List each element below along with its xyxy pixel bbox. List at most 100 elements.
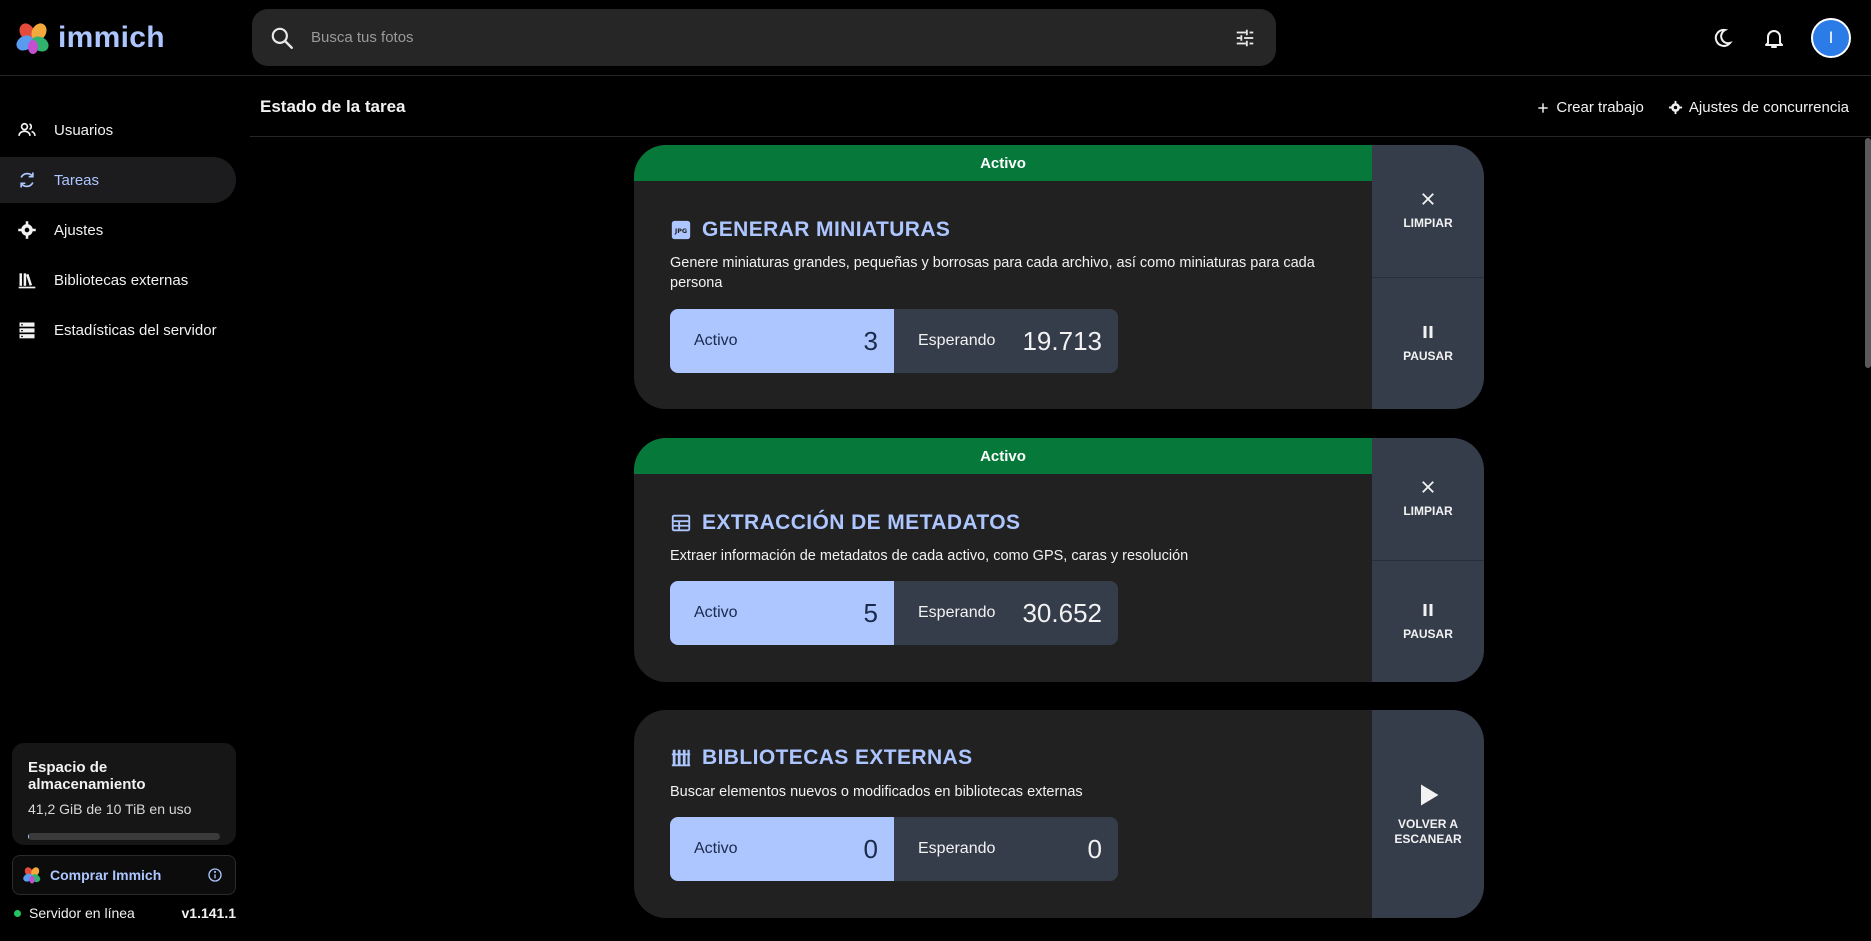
active-label: Activo [694, 604, 738, 621]
sidebar-item-label: Bibliotecas externas [54, 271, 189, 289]
job-actions: VOLVER A ESCANEAR [1372, 710, 1484, 918]
job-card-body: Activo JPG GENERAR MINIATURAS Genere min… [634, 145, 1372, 409]
concurrency-settings-label: Ajustes de concurrencia [1688, 99, 1849, 116]
job-title: BIBLIOTECAS EXTERNAS [670, 746, 973, 770]
gear-icon [1668, 100, 1682, 115]
table-icon [671, 514, 691, 532]
concurrency-settings-button[interactable]: Ajustes de concurrencia [1666, 95, 1851, 120]
page-header: Estado de la tarea Crear trabajo Ajustes… [250, 77, 1871, 137]
sidebar-item-tasks[interactable]: Tareas [0, 157, 236, 203]
waiting-count-box: Esperando 0 [894, 817, 1118, 881]
library-icon [16, 269, 38, 291]
info-icon[interactable] [205, 865, 225, 885]
rescan-label-line1: VOLVER A [1397, 817, 1458, 831]
scrollbar[interactable] [1865, 138, 1871, 368]
close-icon [1422, 481, 1434, 494]
sidebar-item-external-libraries[interactable]: Bibliotecas externas [0, 257, 236, 303]
job-counts: Activo 5 Esperando 30.652 [670, 581, 1118, 645]
job-card-body: BIBLIOTECAS EXTERNAS Buscar elementos nu… [634, 710, 1372, 918]
sidebar-item-label: Ajustes [54, 221, 104, 239]
notifications-button[interactable] [1753, 17, 1795, 59]
tune-icon [1236, 29, 1254, 47]
close-icon [1422, 193, 1434, 206]
immich-logo-icon [16, 23, 49, 54]
clear-label: LIMPIAR [1403, 216, 1453, 231]
active-label: Activo [694, 332, 738, 349]
svg-text:JPG: JPG [674, 227, 687, 235]
app-logo[interactable]: immich [16, 18, 165, 58]
job-title-text: BIBLIOTECAS EXTERNAS [702, 746, 973, 769]
storage-progress-fill [28, 833, 29, 840]
waiting-label: Esperando [918, 332, 996, 349]
search-icon [271, 27, 293, 49]
create-job-label: Crear trabajo [1556, 99, 1644, 116]
search-input[interactable] [311, 29, 1191, 46]
user-avatar[interactable]: I [1811, 18, 1851, 58]
buy-immich-label: Comprar Immich [50, 867, 162, 883]
pause-label: PAUSAR [1403, 348, 1453, 363]
job-status-banner: Activo [634, 438, 1372, 474]
pause-icon [1423, 325, 1433, 338]
sidebar-item-label: Estadísticas del servidor [54, 321, 217, 339]
library-shelves-icon [671, 749, 691, 767]
buy-immich-button[interactable]: Comprar Immich [12, 855, 236, 895]
gear-icon [16, 219, 38, 241]
active-count: 0 [863, 833, 878, 864]
storage-usage: 41,2 GiB de 10 TiB en uso [28, 801, 192, 817]
job-card-body: Activo EXTRACCIÓN DE METADATOS Extraer i… [634, 438, 1372, 682]
waiting-label: Esperando [918, 604, 996, 621]
sidebar-item-settings[interactable]: Ajustes [0, 207, 236, 253]
job-title-text: EXTRACCIÓN DE METADATOS [702, 511, 1021, 534]
clear-button[interactable]: LIMPIAR [1372, 438, 1484, 560]
storage-title: Espacio de almacenamiento [28, 759, 146, 793]
job-title: EXTRACCIÓN DE METADATOS [670, 511, 1020, 535]
jpg-file-icon: JPG [671, 220, 691, 240]
active-count-box: Activo 3 [670, 309, 894, 373]
top-actions: I [1701, 17, 1851, 59]
job-description: Buscar elementos nuevos o modificados en… [670, 784, 1083, 800]
server-status: Servidor en línea v1.141.1 [14, 905, 236, 921]
job-actions: LIMPIAR PAUSAR [1372, 145, 1484, 409]
waiting-count: 0 [1087, 833, 1102, 864]
waiting-label: Esperando [918, 840, 996, 857]
job-title: JPG GENERAR MINIATURAS [670, 218, 950, 242]
moon-icon [1714, 28, 1733, 47]
pause-button[interactable]: PAUSAR [1372, 559, 1484, 683]
header-actions: Crear trabajo Ajustes de concurrencia [1534, 95, 1851, 120]
rescan-label-line2: ESCANEAR [1394, 832, 1462, 846]
sidebar-item-users[interactable]: Usuarios [0, 107, 236, 153]
job-card-metadata: Activo EXTRACCIÓN DE METADATOS Extraer i… [634, 438, 1484, 682]
online-status-dot [14, 909, 21, 917]
server-icon [16, 319, 38, 341]
job-description: Genere miniaturas grandes, pequeñas y bo… [670, 255, 1315, 291]
active-count: 5 [863, 597, 878, 628]
active-label: Activo [694, 840, 738, 857]
pause-button[interactable]: PAUSAR [1372, 276, 1484, 410]
job-counts: Activo 3 Esperando 19.713 [670, 309, 1118, 373]
active-count-box: Activo 0 [670, 817, 894, 881]
theme-toggle-button[interactable] [1701, 17, 1743, 59]
sidebar-item-label: Tareas [54, 171, 100, 189]
waiting-count: 30.652 [1022, 597, 1102, 628]
job-card-thumbnails: Activo JPG GENERAR MINIATURAS Genere min… [634, 145, 1484, 409]
pause-icon [1423, 603, 1433, 616]
create-job-button[interactable]: Crear trabajo [1534, 95, 1646, 120]
job-title-text: GENERAR MINIATURAS [702, 218, 951, 241]
job-status-banner: Activo [634, 145, 1372, 181]
storage-progress-bar [28, 833, 220, 840]
rescan-button[interactable]: VOLVER A ESCANEAR [1372, 710, 1484, 918]
clear-label: LIMPIAR [1403, 504, 1453, 519]
active-count: 3 [863, 325, 878, 356]
search-filter-button[interactable] [1230, 23, 1260, 53]
sidebar-item-server-stats[interactable]: Estadísticas del servidor [0, 307, 236, 353]
play-icon [1421, 784, 1439, 806]
clear-button[interactable]: LIMPIAR [1372, 145, 1484, 277]
app-name: immich [58, 21, 165, 54]
bell-icon [1765, 30, 1783, 48]
search-bar [252, 9, 1276, 66]
server-version[interactable]: v1.141.1 [182, 905, 237, 921]
waiting-count-box: Esperando 19.713 [894, 309, 1118, 373]
job-counts: Activo 0 Esperando 0 [670, 817, 1118, 881]
server-status-label: Servidor en línea [29, 905, 135, 921]
storage-panel: Espacio de almacenamiento 41,2 GiB de 10… [12, 743, 236, 845]
